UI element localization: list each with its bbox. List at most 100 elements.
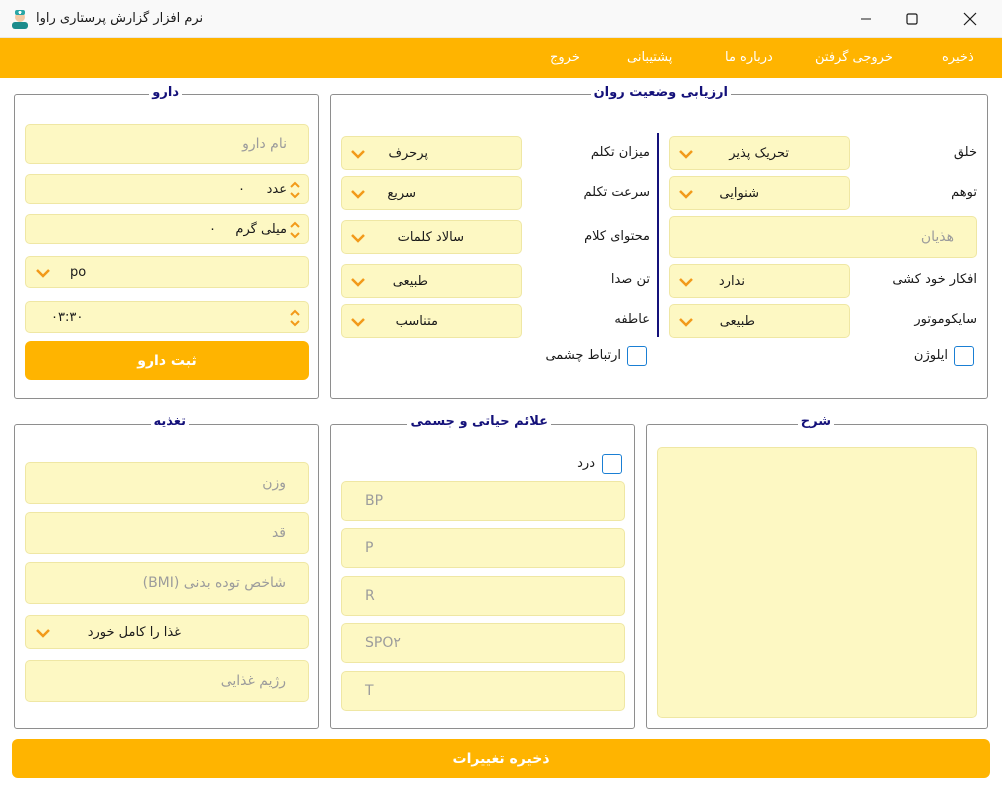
drug-name-placeholder: نام دارو: [242, 136, 287, 152]
drug-time-value: ۰۳:۳۰: [51, 309, 84, 325]
drug-dose-value: ۰: [209, 221, 216, 237]
drug-dose-spinbox[interactable]: میلی گرم ۰: [25, 214, 309, 244]
bp-input[interactable]: BP: [341, 481, 625, 521]
nurse-app-icon: [10, 9, 30, 29]
speech-amount-value: پرحرف: [388, 145, 428, 161]
voice-tone-value: طبیعی: [392, 273, 428, 289]
speech-amount-label: میزان تکلم: [590, 145, 650, 160]
speech-rate-label: سرعت تکلم: [583, 185, 650, 200]
affect-dropdown[interactable]: متناسب: [341, 304, 522, 338]
menu-support[interactable]: پشتیبانی: [627, 38, 672, 78]
height-input[interactable]: قد: [25, 512, 309, 554]
chevron-down-icon: [351, 318, 365, 327]
minimize-button[interactable]: [843, 0, 889, 38]
column-divider: [657, 133, 659, 337]
menu-exit[interactable]: خروج: [550, 38, 580, 78]
window-title: نرم افزار گزارش پرستاری راوا: [36, 11, 204, 26]
pain-checkbox[interactable]: [602, 454, 622, 474]
drug-dose-unit: میلی گرم: [235, 221, 287, 237]
submit-drug-button[interactable]: ثبت دارو: [25, 341, 309, 380]
speech-rate-value: سریع: [387, 185, 416, 201]
chevron-down-icon: [679, 278, 693, 287]
spin-arrows-icon[interactable]: [288, 306, 302, 330]
chevron-down-icon: [36, 629, 50, 638]
spin-arrows-icon[interactable]: [288, 218, 302, 242]
drug-route-value: po: [70, 264, 87, 280]
drug-count-spinbox[interactable]: عدد ۰: [25, 174, 309, 204]
eye-contact-checkbox[interactable]: [627, 346, 647, 366]
respiration-placeholder: R: [365, 588, 375, 604]
pulse-input[interactable]: P: [341, 528, 625, 568]
temperature-input[interactable]: T: [341, 671, 625, 711]
chevron-down-icon: [679, 318, 693, 327]
maximize-button[interactable]: [889, 0, 935, 38]
spo2-placeholder: SPO۲: [365, 635, 401, 651]
drug-time-edit[interactable]: ۰۳:۳۰: [25, 301, 309, 333]
height-placeholder: قد: [271, 525, 286, 541]
close-icon: [963, 12, 977, 26]
mood-label: خلق: [953, 145, 977, 160]
psych-group-title: ارزیابی وضعیت روان: [590, 84, 731, 102]
speech-content-value: سالاد کلمات: [397, 229, 464, 245]
delusion-input[interactable]: هذیان: [669, 216, 977, 258]
elation-label: ایلوژن: [913, 348, 948, 363]
speech-content-dropdown[interactable]: سالاد کلمات: [341, 220, 522, 254]
suicidal-thoughts-value: ندارد: [718, 273, 745, 289]
hallucination-dropdown[interactable]: شنوایی: [669, 176, 850, 210]
delusion-placeholder: هذیان: [920, 229, 954, 245]
speech-amount-dropdown[interactable]: پرحرف: [341, 136, 522, 170]
save-changes-button[interactable]: ذخیره تغییرات: [12, 739, 990, 778]
spo2-input[interactable]: SPO۲: [341, 623, 625, 663]
psychomotor-label: سایکوموتور: [914, 312, 977, 327]
spin-arrows-icon[interactable]: [288, 178, 302, 202]
chevron-down-icon: [351, 190, 365, 199]
menu-export[interactable]: خروجی گرفتن: [815, 38, 893, 78]
elation-checkbox[interactable]: [954, 346, 974, 366]
bmi-input[interactable]: شاخص توده بدنی (BMI): [25, 562, 309, 604]
temperature-placeholder: T: [365, 683, 374, 699]
drug-count-value: ۰: [238, 181, 245, 197]
vitals-group-title: علائم حیاتی و جسمی: [407, 413, 551, 431]
drug-name-input[interactable]: نام دارو: [25, 124, 309, 164]
diet-input[interactable]: رژیم غذایی: [25, 660, 309, 702]
voice-tone-dropdown[interactable]: طبیعی: [341, 264, 522, 298]
weight-input[interactable]: وزن: [25, 462, 309, 504]
food-intake-value: غذا را کامل خورد: [87, 624, 181, 640]
affect-label: عاطفه: [614, 312, 650, 327]
menu-about[interactable]: درباره ما: [725, 38, 773, 78]
mood-dropdown[interactable]: تحریک پذیر: [669, 136, 850, 170]
description-textarea[interactable]: [657, 447, 977, 718]
hallucination-value: شنوایی: [719, 185, 759, 201]
food-intake-dropdown[interactable]: غذا را کامل خورد: [25, 615, 309, 649]
chevron-down-icon: [679, 190, 693, 199]
diet-placeholder: رژیم غذایی: [220, 673, 286, 689]
pain-label: درد: [577, 456, 595, 471]
drug-count-unit: عدد: [266, 181, 287, 197]
voice-tone-label: تن صدا: [610, 272, 650, 287]
respiration-input[interactable]: R: [341, 576, 625, 616]
maximize-icon: [906, 13, 918, 25]
close-button[interactable]: [947, 0, 993, 38]
drug-group-title: دارو: [149, 84, 182, 102]
hallucination-label: توهم: [951, 185, 977, 200]
psychomotor-dropdown[interactable]: طبیعی: [669, 304, 850, 338]
psychomotor-value: طبیعی: [719, 313, 755, 329]
drug-route-dropdown[interactable]: po: [25, 256, 309, 288]
eye-contact-label: ارتباط چشمی: [545, 348, 621, 363]
minimize-icon: [861, 18, 871, 20]
menu-save[interactable]: ذخیره: [942, 38, 974, 78]
suicidal-thoughts-label: افکار خود کشی: [892, 272, 977, 287]
affect-value: متناسب: [395, 313, 438, 329]
chevron-down-icon: [679, 150, 693, 159]
chevron-down-icon: [351, 234, 365, 243]
speech-rate-dropdown[interactable]: سریع: [341, 176, 522, 210]
mood-value: تحریک پذیر: [729, 145, 789, 161]
chevron-down-icon: [351, 278, 365, 287]
bmi-placeholder: شاخص توده بدنی (BMI): [142, 575, 286, 591]
suicidal-thoughts-dropdown[interactable]: ندارد: [669, 264, 850, 298]
weight-placeholder: وزن: [262, 475, 286, 491]
description-group-title: شرح: [797, 413, 834, 431]
nutrition-group-title: تغذیه: [150, 413, 189, 431]
pulse-placeholder: P: [365, 540, 374, 556]
chevron-down-icon: [36, 269, 50, 278]
